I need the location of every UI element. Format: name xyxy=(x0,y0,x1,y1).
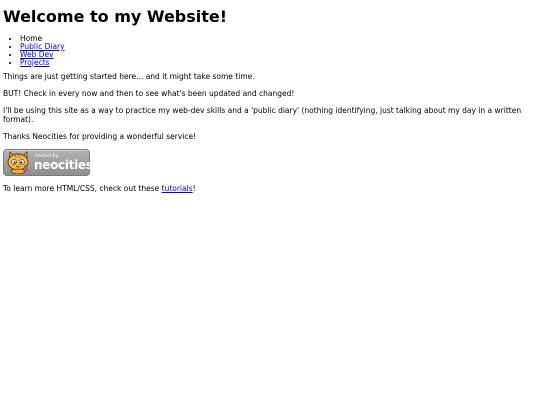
neocities-badge[interactable]: hosted by neocities xyxy=(3,148,93,176)
nav-item-public-diary: Public Diary xyxy=(20,42,537,51)
learn-more-paragraph: To learn more HTML/CSS, check out these … xyxy=(3,184,537,193)
nav-item-home: Home xyxy=(20,34,537,43)
page-title: Welcome to my Website! xyxy=(3,7,228,26)
nav-item-projects: Projects xyxy=(20,58,537,67)
learn-more-prefix: To learn more HTML/CSS, check out these xyxy=(3,183,162,193)
purpose-paragraph: I'll be using this site as a way to prac… xyxy=(3,105,522,124)
intro-paragraph: Things are just getting started here... … xyxy=(3,71,255,81)
page: Welcome to my Website! Home Public Diary… xyxy=(0,8,540,193)
neocities-cat-icon xyxy=(7,150,29,174)
nav-link-projects[interactable]: Projects xyxy=(20,58,50,67)
check-in-paragraph: BUT! Check in every now and then to see … xyxy=(3,88,295,98)
tutorials-link[interactable]: tutorials xyxy=(162,184,193,193)
nav-item-web-dev: Web Dev xyxy=(20,50,537,59)
nav-list: Home Public Diary Web Dev Projects xyxy=(3,34,537,67)
badge-big-text: neocities xyxy=(34,157,93,172)
thanks-paragraph: Thanks Neocities for providing a wonderf… xyxy=(3,131,197,141)
learn-more-suffix: ! xyxy=(192,183,196,193)
